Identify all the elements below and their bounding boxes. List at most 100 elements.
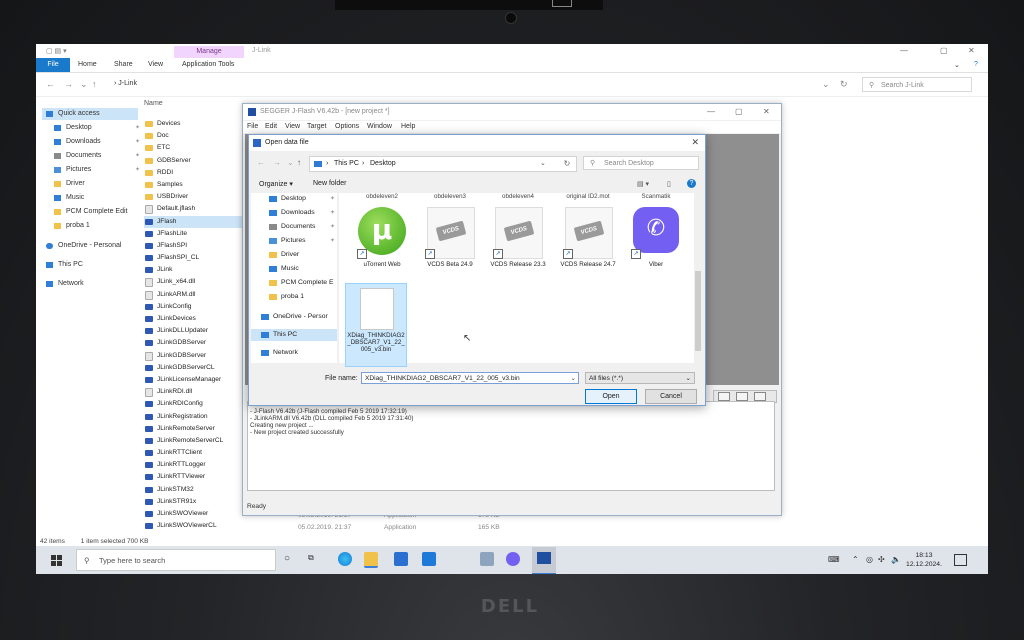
restore-icon[interactable] [736, 392, 748, 401]
dialog-nav-item[interactable]: This PC [251, 329, 337, 341]
close-icon[interactable]: ✕ [763, 107, 770, 116]
breadcrumb-jlink[interactable]: J-Link [118, 80, 137, 87]
forward-icon[interactable]: → [273, 158, 281, 167]
recent-chevron-icon[interactable]: ⌄ [80, 79, 88, 90]
table-row[interactable]: 05.02.2019. 21:37 Application 165 KB [298, 522, 528, 534]
jflash-taskbar-button[interactable] [532, 547, 556, 574]
minimize-icon[interactable] [718, 392, 730, 401]
calculator-icon[interactable] [480, 552, 494, 566]
mail-icon[interactable] [422, 552, 436, 566]
list-item[interactable]: JLinkDLLUpdater [144, 325, 244, 337]
nav-proba-1[interactable]: proba 1 [50, 220, 146, 232]
dialog-nav-item[interactable]: Documents ✦ [251, 221, 337, 233]
filename-input[interactable]: XDiag_THINKDIAG2_DBSCAR7_V1_22_005_v3.bi… [361, 372, 579, 384]
chevron-down-icon[interactable]: ⌄ [570, 373, 576, 383]
edge-icon[interactable] [338, 552, 352, 566]
cortana-icon[interactable]: ○ [284, 553, 290, 564]
address-dropdown-icon[interactable]: ⌄ [540, 157, 546, 171]
list-item[interactable]: JLinkRDI.dll [144, 386, 244, 398]
view-options-icon[interactable]: ▤ ▾ [637, 180, 649, 188]
ribbon-expand-icon[interactable]: ⌄ [954, 61, 960, 69]
tab-share[interactable]: Share [114, 61, 133, 68]
file-tile-vcds-233[interactable]: obdeleven4 VCDS ↗ VCDS Release 23.3 [487, 193, 549, 281]
clock[interactable]: 18:13 12.12.2024. [904, 551, 944, 569]
close-icon[interactable]: ✕ [968, 46, 975, 55]
column-header-name[interactable]: Name [144, 100, 163, 107]
maximize-icon[interactable]: ▢ [940, 46, 948, 55]
menu-edit[interactable]: Edit [265, 123, 277, 130]
keyboard-icon[interactable]: ⌨ [828, 555, 840, 564]
file-explorer-icon[interactable] [364, 552, 378, 568]
list-item[interactable]: JLinkRDIConfig [144, 398, 244, 410]
close-icon[interactable] [754, 392, 766, 401]
dialog-nav-item[interactable]: OneDrive - Persor [251, 311, 337, 323]
open-button[interactable]: Open [585, 389, 637, 404]
dialog-address-bar[interactable]: › This PC › Desktop ⌄ [309, 156, 577, 172]
list-item[interactable]: JLinkConfig [144, 301, 244, 313]
file-tile-selected-bin[interactable]: XDiag_THINKDIAG2_DBSCAR7_V1_22_005_v3.bi… [345, 283, 407, 367]
up-icon[interactable]: ↑ [297, 158, 301, 167]
organize-button[interactable]: Organize ▾ [259, 180, 293, 188]
list-item[interactable]: JLink_x64.dll [144, 276, 244, 288]
list-item[interactable]: JFlashSPI [144, 240, 244, 252]
list-item[interactable]: JLinkSTM32 [144, 484, 244, 496]
new-folder-button[interactable]: New folder [313, 180, 346, 187]
list-item[interactable]: JLinkRTTLogger [144, 459, 244, 471]
dialog-nav-item[interactable]: Desktop ✦ [251, 193, 337, 205]
list-item[interactable]: JLinkRTTViewer [144, 471, 244, 483]
list-item[interactable]: Samples [144, 179, 244, 191]
task-view-icon[interactable]: ⧉ [308, 553, 314, 563]
refresh-icon[interactable]: ↻ [559, 157, 575, 171]
list-item[interactable]: JLinkGDBServer [144, 350, 244, 362]
tab-home[interactable]: Home [78, 61, 97, 68]
close-icon[interactable]: ✕ [691, 137, 699, 148]
list-item[interactable]: JLinkRemoteServer [144, 423, 244, 435]
list-item[interactable]: Doc [144, 130, 244, 142]
windows-start-icon[interactable] [51, 555, 62, 566]
nav-documents[interactable]: Documents ✦ [50, 150, 146, 162]
help-icon[interactable]: ? [974, 61, 978, 68]
dialog-nav-item[interactable]: Downloads ✦ [251, 207, 337, 219]
list-item[interactable]: JLinkSWOViewer [144, 508, 244, 520]
list-item[interactable]: JLinkDevices [144, 313, 244, 325]
breadcrumb-this-pc[interactable]: This PC [334, 157, 359, 171]
menu-help[interactable]: Help [401, 123, 415, 130]
dialog-search-input[interactable]: ⚲ Search Desktop [583, 156, 699, 170]
list-item[interactable]: JLink [144, 264, 244, 276]
nav-onedrive[interactable]: OneDrive - Personal [42, 240, 138, 252]
list-item[interactable]: JLinkRegistration [144, 411, 244, 423]
list-item[interactable]: GDBServer [144, 155, 244, 167]
minimize-icon[interactable]: — [900, 46, 908, 55]
notifications-icon[interactable] [954, 554, 967, 566]
quick-access-toolbar[interactable]: ▢ ▤ ▾ [46, 47, 67, 55]
tab-application-tools[interactable]: Application Tools [182, 61, 234, 68]
back-icon[interactable]: ← [46, 79, 55, 89]
list-item[interactable]: JLinkARM.dll [144, 289, 244, 301]
forward-icon[interactable]: → [64, 79, 73, 89]
list-item[interactable]: JLinkRTTClient [144, 447, 244, 459]
manage-tab[interactable]: Manage [174, 46, 244, 58]
list-item[interactable]: Devices [144, 118, 244, 130]
file-tile-vcds-247[interactable]: original ID2.mot VCDS ↗ VCDS Release 24.… [557, 193, 619, 281]
list-item[interactable]: ETC [144, 142, 244, 154]
minimize-icon[interactable]: — [707, 107, 715, 116]
explorer-search-input[interactable]: ⚲ Search J-Link [862, 77, 972, 92]
tab-view[interactable]: View [148, 61, 163, 68]
taskbar-search-input[interactable]: ⚲ Type here to search [76, 549, 276, 571]
nav-quick-access[interactable]: Quick access [42, 108, 138, 120]
list-item[interactable]: JFlashSPI_CL [144, 252, 244, 264]
list-item[interactable]: JFlash [144, 215, 244, 228]
nav-pictures[interactable]: Pictures ✦ [50, 164, 146, 176]
list-item[interactable]: JFlashLite [144, 228, 244, 240]
bluetooth-icon[interactable]: ✣ [878, 555, 885, 564]
dialog-nav-item[interactable]: proba 1 [251, 291, 337, 303]
breadcrumb-desktop[interactable]: Desktop [370, 157, 396, 171]
list-item[interactable]: JLinkSTR91x [144, 496, 244, 508]
menu-view[interactable]: View [285, 123, 300, 130]
breadcrumb[interactable]: › J-Link [114, 80, 137, 87]
help-icon[interactable]: ? [687, 179, 696, 188]
list-item[interactable]: JLinkGDBServerCL [144, 362, 244, 374]
file-type-select[interactable]: All files (*.*) ⌄ [585, 372, 695, 384]
refresh-icon[interactable]: ↻ [840, 79, 848, 90]
nav-this-pc[interactable]: This PC [42, 259, 138, 271]
